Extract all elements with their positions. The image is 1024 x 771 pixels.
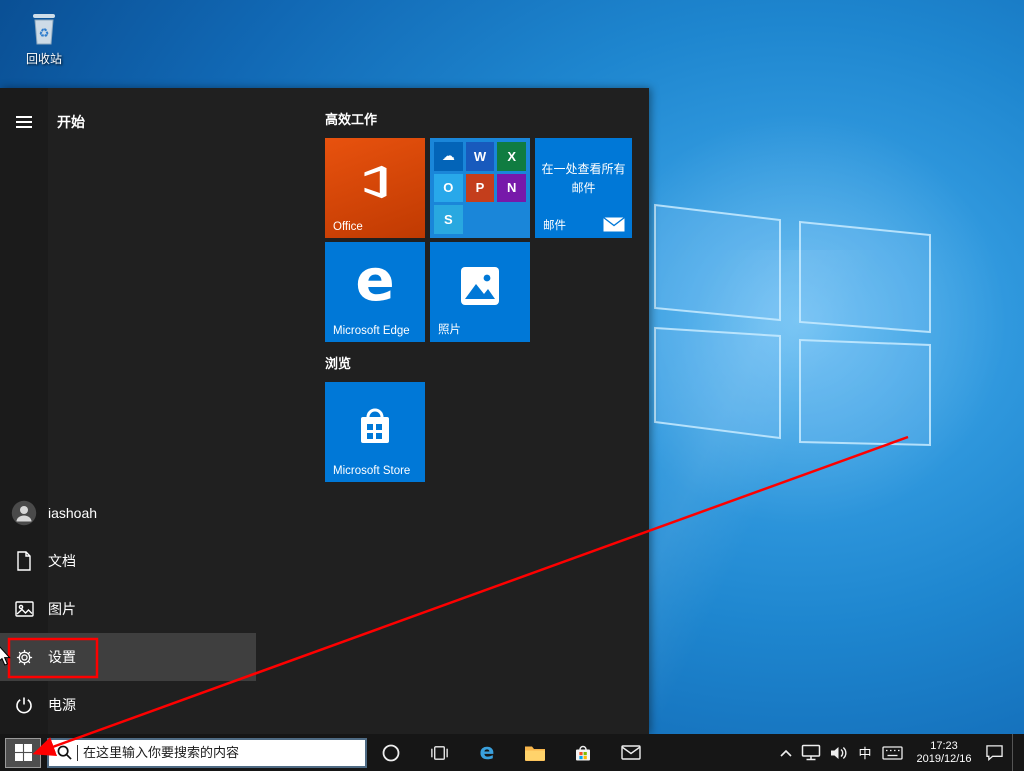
powerpoint-mini-tile[interactable]: P [466, 174, 495, 203]
expand-menu-button[interactable] [0, 116, 48, 128]
edge-logo-icon: e [325, 246, 425, 314]
photos-icon [459, 265, 501, 307]
store-tile[interactable]: Microsoft Store [325, 382, 425, 482]
pictures-label: 图片 [48, 599, 76, 619]
start-menu-header: 开始 [0, 102, 85, 142]
user-avatar-icon [0, 500, 48, 526]
hidden-icons-button[interactable] [779, 734, 793, 771]
volume-button[interactable] [829, 734, 848, 771]
start-nav-pictures[interactable]: 图片 [0, 585, 256, 633]
start-nav-list: iashoah 文档 图片 [0, 489, 256, 729]
show-desktop-button[interactable] [1012, 734, 1018, 771]
onenote-mini-tile[interactable]: N [497, 174, 526, 203]
system-tray: 中 17:23 2019/12/16 [779, 734, 1024, 771]
svg-text:♻: ♻ [39, 26, 50, 40]
user-name-label: iashoah [48, 505, 97, 521]
mail-tile[interactable]: 在一处查看所有邮件 邮件 [535, 138, 632, 238]
excel-mini-tile[interactable]: X [497, 142, 526, 171]
touch-keyboard-button[interactable] [882, 734, 903, 771]
outlook-mini-tile[interactable]: O [434, 174, 463, 203]
recycle-bin-icon[interactable]: ♻ 回收站 [14, 8, 74, 67]
mail-tile-text: 在一处查看所有邮件 [541, 160, 626, 198]
store-tile-label: Microsoft Store [333, 465, 410, 477]
hamburger-icon [16, 116, 32, 128]
network-button[interactable] [801, 734, 821, 771]
task-view-button[interactable] [415, 734, 463, 771]
empty-mini-cell [497, 205, 526, 234]
start-nav-user[interactable]: iashoah [0, 489, 256, 537]
store-bag-icon [354, 403, 396, 449]
taskbar: e [0, 734, 1024, 771]
photos-tile[interactable]: 照片 [430, 242, 530, 342]
word-mini-tile[interactable]: W [466, 142, 495, 171]
file-explorer-button[interactable] [511, 734, 559, 771]
envelope-icon [603, 217, 625, 232]
office-tile-label: Office [333, 221, 363, 233]
settings-label: 设置 [48, 647, 76, 667]
gear-icon [0, 648, 48, 667]
photos-tile-label: 照片 [438, 321, 461, 337]
document-icon [0, 551, 48, 571]
trash-can-icon: ♻ [26, 8, 62, 48]
tile-group-title-browse: 浏览 [325, 353, 351, 372]
start-nav-power[interactable]: 电源 [0, 681, 256, 729]
clock-date: 2019/12/16 [916, 753, 971, 766]
notification-bubble-icon [985, 744, 1004, 761]
start-menu: 开始 iashoah 文档 [0, 88, 649, 734]
windows-wallpaper-logo [630, 150, 970, 490]
network-icon [801, 744, 821, 761]
screen: ♻ 回收站 开始 iashoah [0, 0, 1024, 771]
task-view-icon [429, 743, 450, 763]
edge-icon: e [480, 740, 495, 765]
office-apps-group-tile[interactable]: ☁ W X O P N S [430, 138, 530, 238]
taskbar-clock[interactable]: 17:23 2019/12/16 [911, 740, 977, 766]
start-nav-documents[interactable]: 文档 [0, 537, 256, 585]
mail-icon [621, 745, 641, 760]
power-label: 电源 [48, 695, 76, 715]
windows-logo-icon [15, 744, 32, 761]
text-caret [77, 745, 78, 761]
start-nav-settings[interactable]: 设置 [0, 633, 256, 681]
mail-tile-label: 邮件 [543, 217, 566, 233]
onedrive-mini-tile[interactable]: ☁ [434, 142, 463, 171]
skype-mini-tile[interactable]: S [434, 205, 463, 234]
speaker-icon [829, 745, 848, 761]
ime-indicator[interactable]: 中 [856, 734, 874, 771]
empty-mini-cell [466, 205, 495, 234]
tile-group-title-productivity: 高效工作 [325, 109, 377, 128]
edge-tile[interactable]: e Microsoft Edge [325, 242, 425, 342]
store-taskbar-button[interactable] [559, 734, 607, 771]
power-icon [0, 696, 48, 714]
office-mini-tile-grid: ☁ W X O P N S [430, 138, 530, 238]
start-button[interactable] [5, 738, 41, 768]
keyboard-icon [882, 746, 903, 760]
chevron-up-icon [779, 748, 793, 758]
picture-icon [0, 601, 48, 617]
action-center-button[interactable] [985, 734, 1004, 771]
documents-label: 文档 [48, 551, 76, 571]
search-icon [57, 745, 72, 760]
edge-tile-label: Microsoft Edge [333, 325, 410, 337]
clock-time: 17:23 [930, 740, 958, 753]
mail-taskbar-button[interactable] [607, 734, 655, 771]
folder-icon [524, 744, 546, 762]
cortana-icon [381, 743, 401, 763]
search-input[interactable] [83, 745, 357, 760]
recycle-bin-label: 回收站 [26, 50, 62, 67]
cortana-button[interactable] [367, 734, 415, 771]
edge-taskbar-button[interactable]: e [463, 734, 511, 771]
office-tile[interactable]: Office [325, 138, 425, 238]
start-menu-title: 开始 [57, 112, 85, 132]
store-icon [573, 743, 593, 763]
taskbar-search-box[interactable] [47, 738, 367, 768]
office-logo-icon [352, 159, 398, 205]
